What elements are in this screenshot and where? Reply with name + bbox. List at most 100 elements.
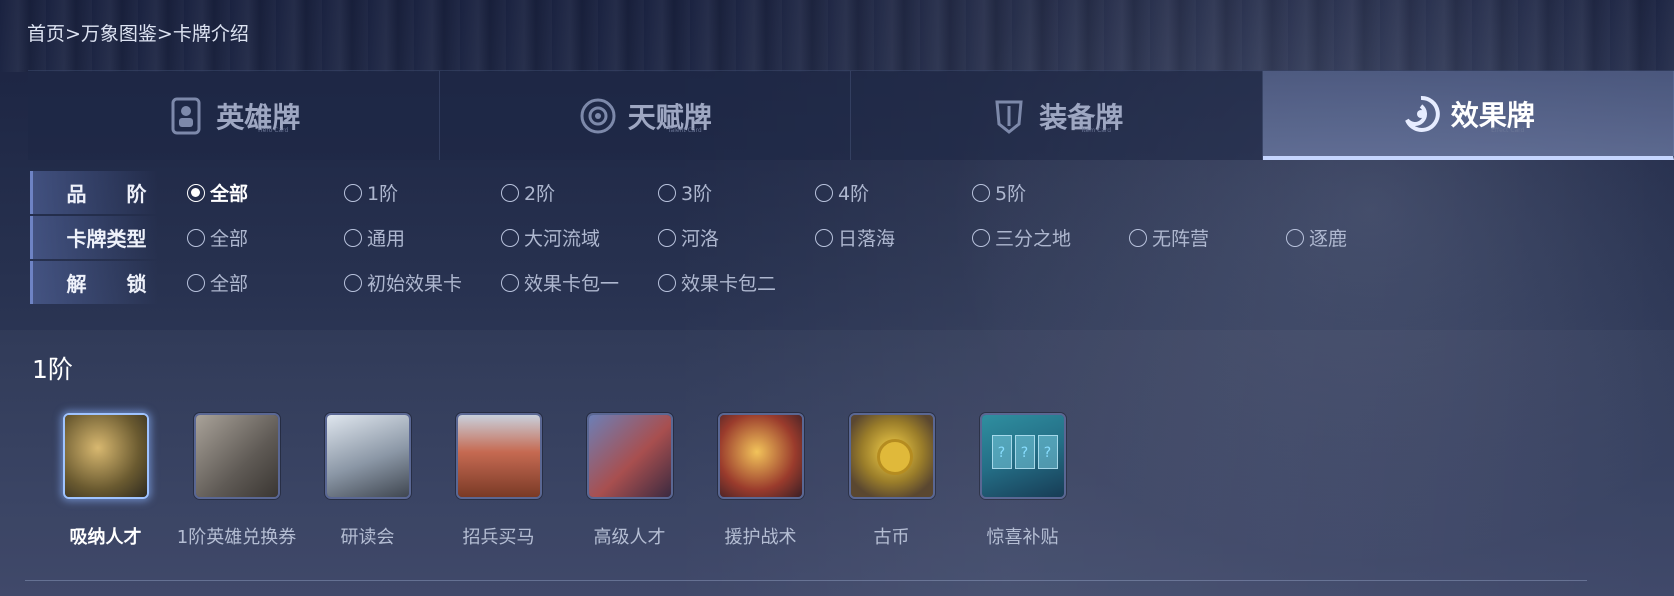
card-thumbnail bbox=[586, 413, 673, 499]
tab-talent-card-sub: Talent Card bbox=[667, 127, 702, 134]
card-thumbnail bbox=[324, 413, 411, 499]
option-label: 大河流域 bbox=[524, 228, 601, 250]
card-item[interactable]: 招兵买马 bbox=[433, 413, 564, 549]
filter-options-unlock: 全部 初始效果卡 效果卡包一 效果卡包二 bbox=[187, 260, 815, 305]
option-label: 效果卡包一 bbox=[524, 273, 620, 295]
radio-icon bbox=[658, 228, 676, 247]
card-art bbox=[326, 415, 409, 497]
hero-card-icon bbox=[166, 96, 206, 136]
radio-icon bbox=[1286, 228, 1304, 247]
tab-hero-card[interactable]: 英雄牌 Hero Card bbox=[28, 71, 440, 160]
card-name: 招兵买马 bbox=[462, 527, 535, 548]
mystery-box-icon: ? bbox=[991, 435, 1012, 469]
unlock-option-all[interactable]: 全部 bbox=[187, 269, 344, 296]
filter-row-grade: 品 阶 全部 1阶 2阶 3阶 4阶 5阶 bbox=[30, 170, 1450, 215]
radio-icon bbox=[501, 228, 519, 247]
radio-icon bbox=[658, 183, 676, 202]
header-curtain-decoration bbox=[0, 0, 1674, 72]
tab-equipment-card-sub: Item Card bbox=[1081, 127, 1112, 134]
tab-talent-card[interactable]: 天赋牌 Talent Card bbox=[440, 71, 851, 160]
card-item[interactable]: ? ? ? 惊喜补贴 bbox=[957, 413, 1088, 549]
card-thumbnail bbox=[455, 413, 542, 499]
option-label: 全部 bbox=[210, 228, 249, 250]
radio-icon bbox=[815, 228, 833, 247]
unlock-option-initial[interactable]: 初始效果卡 bbox=[344, 269, 501, 296]
filter-label-unlock: 解 锁 bbox=[30, 261, 158, 304]
equipment-card-icon bbox=[989, 96, 1029, 136]
mystery-box-icon: ? bbox=[1037, 435, 1058, 469]
card-name: 援护战术 bbox=[724, 527, 797, 548]
tab-hero-card-sub: Hero Card bbox=[258, 127, 289, 134]
radio-checked-icon bbox=[187, 183, 205, 202]
card-art bbox=[588, 415, 671, 497]
radio-icon bbox=[815, 183, 833, 202]
card-item[interactable]: 古币 bbox=[826, 413, 957, 549]
coin-icon bbox=[876, 439, 913, 475]
radio-icon bbox=[972, 183, 990, 202]
option-label: 逐鹿 bbox=[1309, 228, 1348, 250]
card-item[interactable]: 高级人才 bbox=[564, 413, 695, 549]
filter-options-card-type: 全部 通用 大河流域 河洛 日落海 三分之地 无阵营 逐鹿 bbox=[187, 215, 1443, 260]
card-thumbnail bbox=[62, 413, 149, 499]
type-option-sunset-sea[interactable]: 日落海 bbox=[815, 224, 972, 251]
filter-options-grade: 全部 1阶 2阶 3阶 4阶 5阶 bbox=[187, 170, 1129, 215]
option-label: 通用 bbox=[367, 228, 406, 250]
card-thumbnail bbox=[848, 413, 935, 499]
card-name: 吸纳人才 bbox=[69, 527, 142, 548]
card-item[interactable]: 援护战术 bbox=[695, 413, 826, 549]
grade-option-4[interactable]: 4阶 bbox=[815, 179, 972, 206]
card-art: ? ? ? bbox=[981, 415, 1064, 497]
unlock-option-pack-2[interactable]: 效果卡包二 bbox=[658, 269, 815, 296]
filter-panel: 品 阶 全部 1阶 2阶 3阶 4阶 5阶 卡牌类型 全部 通用 大河流域 河洛… bbox=[30, 170, 1450, 305]
breadcrumb-text[interactable]: 首页>万象图鉴>卡牌介绍 bbox=[27, 19, 249, 46]
card-item[interactable]: 吸纳人才 bbox=[40, 413, 171, 549]
card-name: 1阶英雄兑换券 bbox=[176, 527, 297, 548]
card-item[interactable]: 1阶英雄兑换券 bbox=[171, 413, 302, 549]
type-option-general[interactable]: 通用 bbox=[344, 224, 501, 251]
type-option-three-kingdoms[interactable]: 三分之地 bbox=[972, 224, 1129, 251]
grade-option-all[interactable]: 全部 bbox=[187, 179, 344, 206]
grade-option-3[interactable]: 3阶 bbox=[658, 179, 815, 206]
grade-option-5[interactable]: 5阶 bbox=[972, 179, 1129, 206]
card-type-tabs: 英雄牌 Hero Card 天赋牌 Talent Card 装备牌 Item C… bbox=[28, 70, 1674, 160]
option-label: 4阶 bbox=[838, 183, 870, 205]
breadcrumb: 首页>万象图鉴>卡牌介绍 bbox=[27, 19, 249, 46]
type-option-river-basin[interactable]: 大河流域 bbox=[501, 224, 658, 251]
radio-icon bbox=[658, 273, 676, 292]
card-art bbox=[64, 415, 147, 497]
unlock-option-pack-1[interactable]: 效果卡包一 bbox=[501, 269, 658, 296]
option-label: 无阵营 bbox=[1152, 228, 1210, 250]
option-label: 三分之地 bbox=[995, 228, 1072, 250]
talent-card-icon bbox=[578, 96, 618, 136]
grade-option-2[interactable]: 2阶 bbox=[501, 179, 658, 206]
card-name: 研读会 bbox=[340, 527, 395, 548]
option-label: 1阶 bbox=[367, 183, 399, 205]
type-option-all[interactable]: 全部 bbox=[187, 224, 344, 251]
tab-equipment-card[interactable]: 装备牌 Item Card bbox=[851, 71, 1263, 160]
card-item[interactable]: 研读会 bbox=[302, 413, 433, 549]
radio-icon bbox=[1129, 228, 1147, 247]
radio-icon bbox=[501, 183, 519, 202]
radio-icon bbox=[501, 273, 519, 292]
card-art bbox=[850, 415, 933, 497]
option-label: 效果卡包二 bbox=[681, 273, 777, 295]
type-option-no-faction[interactable]: 无阵营 bbox=[1129, 224, 1286, 251]
option-label: 日落海 bbox=[838, 228, 896, 250]
option-label: 全部 bbox=[210, 183, 249, 205]
filter-label-card-type: 卡牌类型 bbox=[30, 216, 158, 259]
option-label: 5阶 bbox=[995, 183, 1027, 205]
radio-icon bbox=[344, 228, 362, 247]
card-art bbox=[719, 415, 802, 497]
type-option-heluo[interactable]: 河洛 bbox=[658, 224, 815, 251]
tab-effect-card[interactable]: 效果牌 Effect Card bbox=[1262, 71, 1674, 160]
grade-option-1[interactable]: 1阶 bbox=[344, 179, 501, 206]
card-name: 惊喜补贴 bbox=[986, 527, 1059, 548]
card-thumbnail bbox=[193, 413, 280, 499]
filter-label-grade: 品 阶 bbox=[30, 171, 158, 214]
option-label: 3阶 bbox=[681, 183, 713, 205]
card-name: 古币 bbox=[873, 527, 910, 548]
filter-row-unlock: 解 锁 全部 初始效果卡 效果卡包一 效果卡包二 bbox=[30, 260, 1450, 305]
mystery-box-icon: ? bbox=[1014, 435, 1035, 469]
radio-icon bbox=[344, 183, 362, 202]
type-option-zhulu[interactable]: 逐鹿 bbox=[1286, 224, 1443, 251]
